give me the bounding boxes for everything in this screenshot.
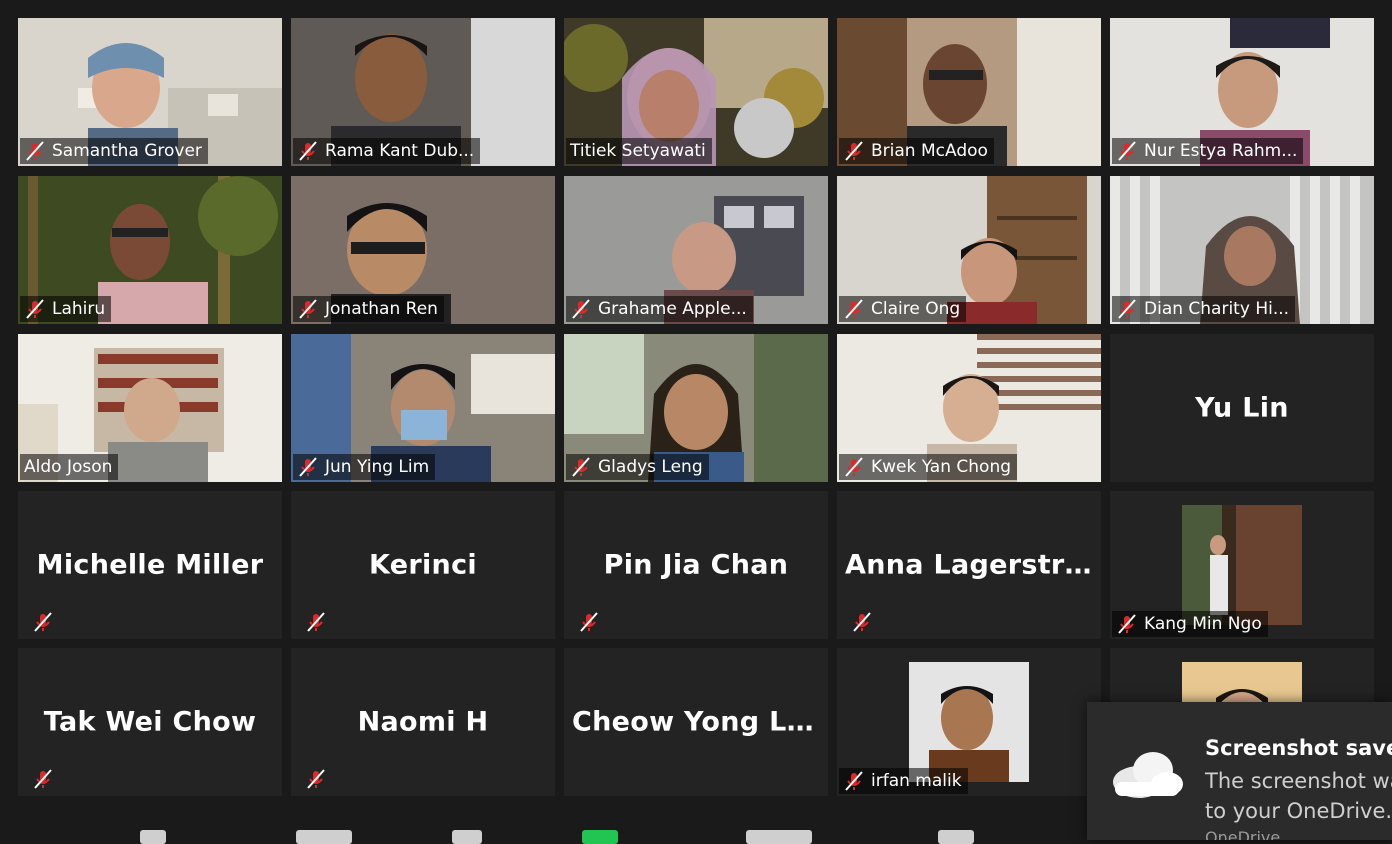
participant-name-label: irfan malik [839, 768, 968, 794]
muted-mic-icon [845, 457, 863, 477]
participant-tile-video[interactable]: Nur Estya Rahm... [1110, 18, 1374, 166]
participant-tile-video[interactable]: Claire Ong [837, 176, 1101, 324]
participant-name: Dian Charity Hi... [1144, 299, 1290, 319]
share-screen-icon[interactable] [582, 830, 618, 844]
participant-name-label: Rama Kant Dub... [293, 138, 481, 164]
participant-tile-video[interactable]: Grahame Apple... [564, 176, 828, 324]
participant-name-label: Kang Min Ngo [1112, 611, 1268, 637]
participant-tile-video[interactable]: Gladys Leng [564, 334, 828, 482]
participant-name: Jonathan Ren [325, 299, 438, 319]
participant-name-label: Gladys Leng [566, 454, 709, 480]
muted-mic-icon [299, 457, 317, 477]
muted-mic-icon [580, 612, 598, 632]
participant-name-label: Jonathan Ren [293, 296, 444, 322]
participant-name: Grahame Apple... [598, 299, 747, 319]
participant-tile-video[interactable]: Dian Charity Hi... [1110, 176, 1374, 324]
participant-display-name: Tak Wei Chow [43, 706, 257, 738]
notification-title: Screenshot saved [1205, 736, 1392, 760]
participant-display-name: Kerinci [369, 549, 477, 581]
participant-name: irfan malik [871, 771, 962, 791]
participant-tile[interactable]: Kerinci [291, 491, 555, 639]
participant-display-name: Yu Lin [1195, 392, 1289, 424]
participant-name: Samantha Grover [52, 141, 202, 161]
participant-display-name: Anna Lagerstro... [845, 549, 1101, 581]
screenshot-saved-notification[interactable]: Screenshot saved The screenshot was adde… [1087, 702, 1392, 840]
participant-name: Aldo Joson [24, 457, 113, 477]
notification-message: The screenshot was added to your OneDriv… [1205, 769, 1392, 823]
muted-mic-icon [845, 299, 863, 319]
muted-mic-icon [853, 612, 871, 632]
muted-mic-icon [572, 299, 590, 319]
participant-tile-video[interactable]: Rama Kant Dub... [291, 18, 555, 166]
muted-mic-icon [572, 457, 590, 477]
muted-mic-icon [299, 141, 317, 161]
participant-tile-photo[interactable]: Kang Min Ngo [1110, 491, 1374, 639]
muted-mic-icon [34, 612, 52, 632]
participant-name-label: Titiek Setyawati [566, 138, 712, 164]
participant-display-name: Naomi H [357, 706, 489, 738]
participant-name: Nur Estya Rahm... [1144, 141, 1298, 161]
participant-name: Lahiru [52, 299, 106, 319]
participant-tile-video[interactable]: Titiek Setyawati [564, 18, 828, 166]
muted-mic-icon [1118, 141, 1136, 161]
muted-mic-icon [845, 141, 863, 161]
muted-mic-icon [1118, 614, 1136, 634]
participant-name: Jun Ying Lim [325, 457, 430, 477]
participant-tile-video[interactable]: Samantha Grover [18, 18, 282, 166]
participant-tile[interactable]: Pin Jia Chan [564, 491, 828, 639]
participant-tile[interactable]: Naomi H [291, 648, 555, 796]
chat-icon[interactable] [452, 830, 482, 844]
participant-tile-video[interactable]: Kwek Yan Chong [837, 334, 1101, 482]
muted-mic-icon [26, 141, 44, 161]
participant-name: Gladys Leng [598, 457, 703, 477]
participant-tile[interactable]: Cheow Yong Lia... [564, 648, 828, 796]
participant-name-label: Claire Ong [839, 296, 967, 322]
participant-name-label: Kwek Yan Chong [839, 454, 1018, 480]
muted-mic-icon [307, 612, 325, 632]
participant-tile-video[interactable]: Jun Ying Lim [291, 334, 555, 482]
participant-name: Brian McAdoo [871, 141, 988, 161]
participant-name-label: Samantha Grover [20, 138, 208, 164]
meeting-toolbar [0, 826, 1087, 844]
muted-mic-icon [845, 771, 863, 791]
participant-display-name: Michelle Miller [36, 549, 264, 581]
profile-photo [1182, 505, 1302, 625]
participant-name-label: Aldo Joson [20, 454, 119, 480]
participant-display-name: Pin Jia Chan [603, 549, 789, 581]
muted-mic-icon [307, 769, 325, 789]
participant-display-name: Cheow Yong Lia... [572, 706, 828, 738]
participant-tile-video[interactable]: Aldo Joson [18, 334, 282, 482]
record-icon[interactable] [746, 830, 812, 844]
muted-mic-icon [299, 299, 317, 319]
participant-name-label: Nur Estya Rahm... [1112, 138, 1304, 164]
participant-name: Kwek Yan Chong [871, 457, 1012, 477]
muted-mic-icon [34, 769, 52, 789]
muted-mic-icon [1118, 299, 1136, 319]
participant-name: Rama Kant Dub... [325, 141, 475, 161]
participant-name: Kang Min Ngo [1144, 614, 1262, 634]
participant-tile-video[interactable]: Brian McAdoo [837, 18, 1101, 166]
participant-tile-photo[interactable]: irfan malik [837, 648, 1101, 796]
participant-tile[interactable]: Yu Lin [1110, 334, 1374, 482]
notification-source: OneDrive [1205, 828, 1281, 840]
participant-tile[interactable]: Tak Wei Chow [18, 648, 282, 796]
profile-photo [909, 662, 1029, 782]
participant-name: Titiek Setyawati [570, 141, 706, 161]
onedrive-cloud-icon [1113, 752, 1183, 798]
participants-icon[interactable] [296, 830, 352, 844]
participant-name-label: Lahiru [20, 296, 112, 322]
security-icon[interactable] [140, 830, 166, 844]
participant-name: Claire Ong [871, 299, 961, 319]
participant-tile[interactable]: Anna Lagerstro... [837, 491, 1101, 639]
participant-tile[interactable]: Michelle Miller [18, 491, 282, 639]
muted-mic-icon [26, 299, 44, 319]
reactions-icon[interactable] [938, 830, 974, 844]
participant-name-label: Jun Ying Lim [293, 454, 436, 480]
participant-name-label: Dian Charity Hi... [1112, 296, 1296, 322]
participant-tile-video[interactable]: Lahiru [18, 176, 282, 324]
participant-tile-video[interactable]: Jonathan Ren [291, 176, 555, 324]
participant-name-label: Grahame Apple... [566, 296, 753, 322]
participant-name-label: Brian McAdoo [839, 138, 994, 164]
